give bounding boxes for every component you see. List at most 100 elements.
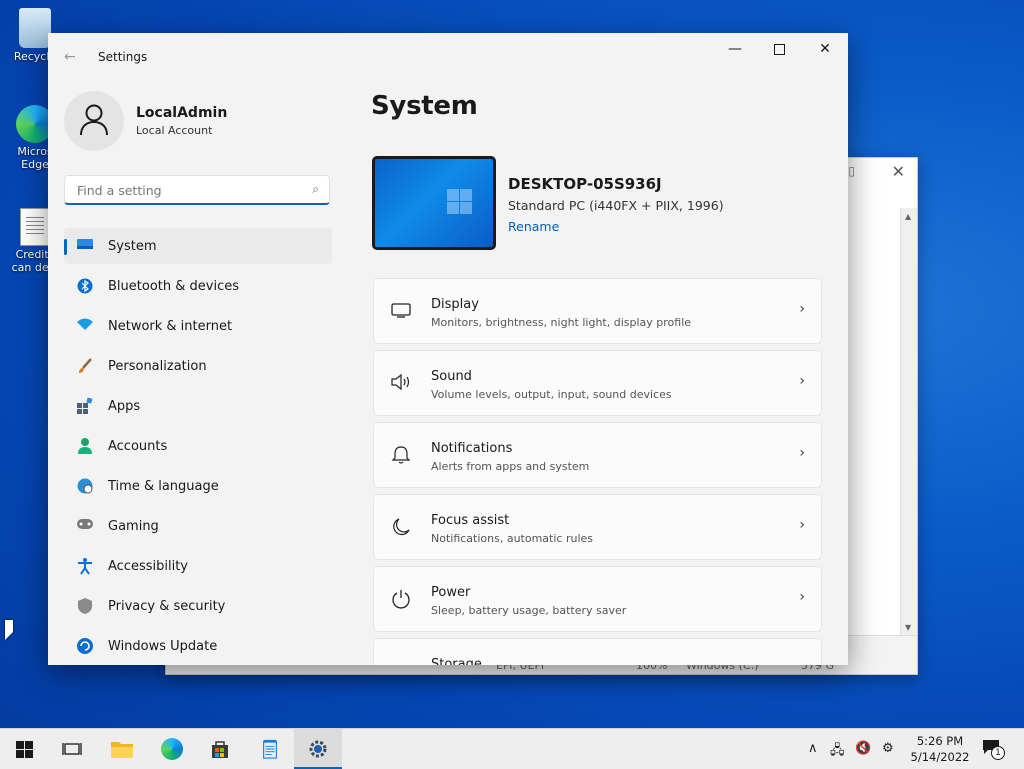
card-title: Storage	[431, 657, 482, 665]
device-name: DESKTOP-05S936J	[508, 175, 662, 193]
card-display[interactable]: Display Monitors, brightness, night ligh…	[373, 278, 822, 344]
clock-time: 5:26 PM	[916, 734, 964, 748]
close-button[interactable]: ✕	[802, 33, 848, 65]
chevron-right-icon: ›	[799, 517, 805, 533]
update-icon	[76, 637, 94, 655]
apps-icon	[76, 397, 94, 415]
card-power[interactable]: Power Sleep, battery usage, battery save…	[373, 566, 822, 632]
card-subtitle: Monitors, brightness, night light, displ…	[431, 316, 692, 329]
notepad-icon	[263, 739, 277, 759]
taskbar-notepad[interactable]	[246, 729, 294, 769]
taskbar-store[interactable]	[196, 729, 244, 769]
search-input[interactable]	[75, 182, 299, 199]
maximize-icon	[773, 43, 785, 55]
card-focus-assist[interactable]: Focus assist Notifications, automatic ru…	[373, 494, 822, 560]
rename-link[interactable]: Rename	[508, 219, 559, 234]
sidebar-item-label: Gaming	[108, 519, 159, 534]
windows-start-icon	[16, 741, 33, 758]
sidebar-item-bluetooth[interactable]: Bluetooth & devices	[64, 268, 332, 304]
sidebar-item-personalization[interactable]: Personalization	[64, 348, 332, 384]
windows-logo-icon	[447, 189, 473, 215]
sidebar-item-label: System	[108, 239, 157, 254]
sidebar-item-label: Privacy & security	[108, 599, 226, 614]
edge-icon	[161, 738, 183, 760]
card-subtitle: Sleep, battery usage, battery saver	[431, 604, 627, 617]
card-title: Notifications	[431, 441, 513, 456]
sidebar-item-apps[interactable]: Apps	[64, 388, 332, 424]
card-title: Sound	[431, 369, 472, 384]
sidebar-item-accessibility[interactable]: Accessibility	[64, 548, 332, 584]
card-title: Focus assist	[431, 513, 510, 528]
brush-icon	[76, 357, 94, 375]
task-view-button[interactable]	[48, 729, 96, 769]
search-icon[interactable]: ⌕	[312, 182, 319, 197]
settings-window: ← Settings — ✕ LocalAdmin Local Account …	[48, 33, 848, 665]
sidebar-item-accounts[interactable]: Accounts	[64, 428, 332, 464]
notification-count-badge: 1	[991, 746, 1005, 760]
shield-icon	[76, 597, 94, 615]
storage-icon	[390, 661, 412, 665]
scroll-down-icon[interactable]: ▼	[905, 623, 911, 632]
sidebar-item-privacy-security[interactable]: Privacy & security	[64, 588, 332, 624]
sidebar-item-label: Time & language	[108, 479, 219, 494]
back-arrow-icon[interactable]: ←	[64, 49, 76, 65]
taskbar-file-explorer[interactable]	[98, 729, 146, 769]
sidebar-item-system[interactable]: System	[64, 228, 332, 264]
device-spec: Standard PC (i440FX + PIIX, 1996)	[508, 198, 724, 213]
card-notifications[interactable]: Notifications Alerts from apps and syste…	[373, 422, 822, 488]
taskbar: ∧ 🖧 🔇 ⚙ 5:26 PM 5/14/2022 1	[0, 728, 1024, 769]
title-bar[interactable]: ← Settings — ✕	[48, 33, 848, 81]
gear-icon	[309, 740, 327, 758]
task-view-icon	[62, 743, 82, 755]
window-title: Settings	[98, 50, 148, 64]
notification-center-button[interactable]: 1	[982, 739, 1005, 760]
card-title: Power	[431, 585, 471, 600]
taskbar-edge[interactable]	[148, 729, 196, 769]
card-subtitle: Alerts from apps and system	[431, 460, 590, 473]
scroll-up-icon[interactable]: ▲	[905, 212, 911, 221]
card-title: Display	[431, 297, 479, 312]
page-title: System	[371, 91, 478, 121]
vertical-scrollbar[interactable]: ▲ ▼	[900, 208, 917, 636]
sidebar-item-network[interactable]: Network & internet	[64, 308, 332, 344]
card-storage[interactable]: Storage	[373, 638, 822, 665]
sidebar-item-gaming[interactable]: Gaming	[64, 508, 332, 544]
gear-icon[interactable]: ⚙	[882, 741, 894, 756]
settings-card-list: Display Monitors, brightness, night ligh…	[373, 278, 822, 665]
chevron-right-icon: ›	[799, 445, 805, 461]
chevron-up-icon[interactable]: ∧	[808, 741, 818, 756]
volume-muted-icon[interactable]: 🔇	[855, 741, 871, 756]
taskbar-clock[interactable]: 5:26 PM 5/14/2022	[904, 733, 976, 765]
maximize-button[interactable]	[756, 33, 802, 65]
gamepad-icon	[76, 517, 94, 535]
sidebar-item-label: Bluetooth & devices	[108, 279, 239, 294]
minimize-button[interactable]: ▯	[848, 164, 855, 178]
document-icon	[20, 208, 50, 246]
card-sound[interactable]: Sound Volume levels, output, input, soun…	[373, 350, 822, 416]
device-thumbnail	[372, 156, 496, 250]
card-subtitle: Notifications, automatic rules	[431, 532, 594, 545]
network-icon[interactable]: 🖧	[830, 741, 845, 763]
chevron-right-icon: ›	[799, 373, 805, 389]
globe-clock-icon	[76, 477, 94, 495]
sidebar-item-label: Windows Update	[108, 639, 218, 654]
system-icon	[76, 237, 94, 255]
card-subtitle: Volume levels, output, input, sound devi…	[431, 388, 672, 401]
sidebar-item-label: Accounts	[108, 439, 168, 454]
search-box[interactable]: ⌕	[64, 175, 330, 205]
minimize-button[interactable]: —	[712, 33, 758, 65]
taskbar-settings[interactable]	[294, 729, 342, 769]
power-icon	[390, 589, 412, 611]
sidebar-item-label: Network & internet	[108, 319, 233, 334]
user-icon	[80, 104, 108, 136]
chevron-right-icon: ›	[799, 589, 805, 605]
start-button[interactable]	[0, 729, 48, 769]
sidebar-item-label: Accessibility	[108, 559, 188, 574]
avatar[interactable]	[64, 91, 124, 151]
profile-name: LocalAdmin	[136, 105, 228, 121]
sidebar-item-windows-update[interactable]: Windows Update	[64, 628, 332, 664]
accounts-icon	[76, 437, 94, 455]
mouse-cursor	[5, 620, 13, 640]
close-button[interactable]: ✕	[892, 162, 905, 181]
sidebar-item-time-language[interactable]: Time & language	[64, 468, 332, 504]
